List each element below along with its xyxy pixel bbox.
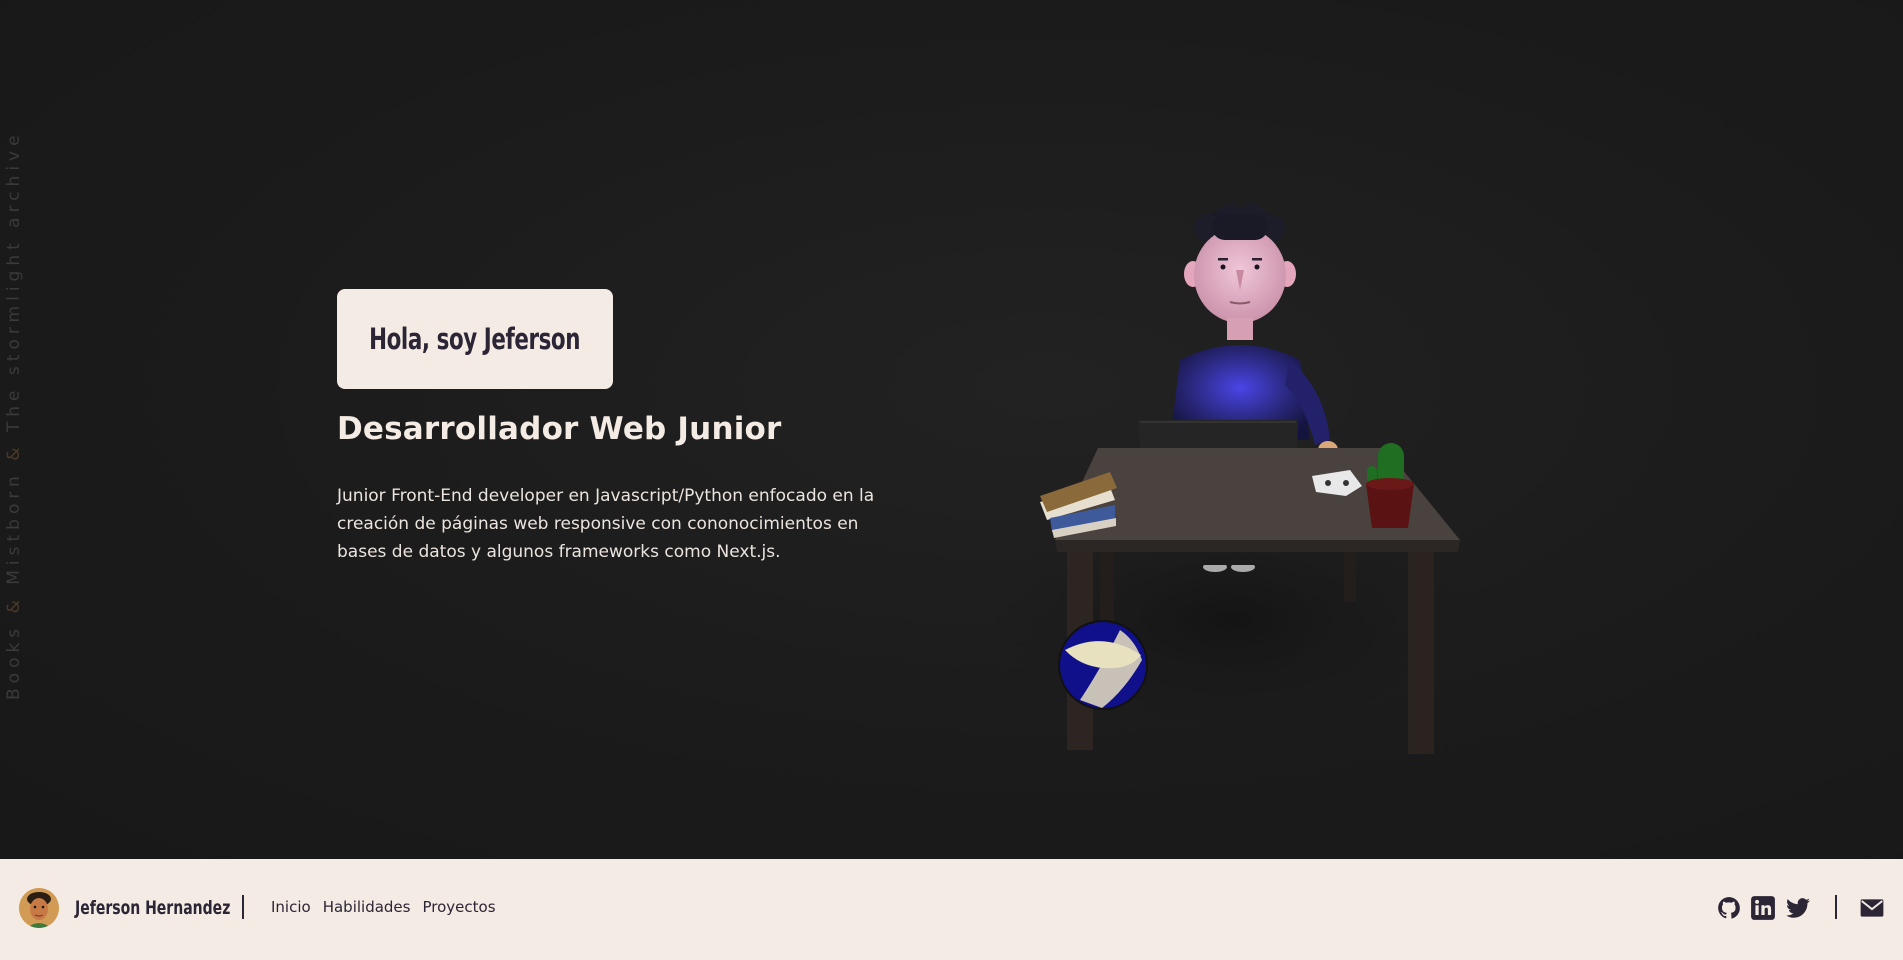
hero-section: Books & Mistborn & The stormlight archiv… [0,0,1903,859]
nav-link-habilidades[interactable]: Habilidades [323,898,411,916]
divider [242,895,244,919]
side-text-part: Mistborn [4,460,24,596]
avatar-image [19,888,59,928]
greeting-card: Hola, soy Jeferson [337,289,613,389]
side-text-part: The stormlight archive [4,130,24,443]
footer-nav: Inicio Habilidades Proyectos [271,898,496,916]
nav-link-inicio[interactable]: Inicio [271,898,311,916]
divider [1835,895,1837,919]
developer-desk-illustration [990,204,1480,754]
brand-name[interactable]: Jeferson Hernandez [75,897,230,919]
linkedin-icon[interactable] [1750,895,1776,921]
github-icon[interactable] [1716,895,1742,921]
nav-link-proyectos[interactable]: Proyectos [422,898,495,916]
side-text-amp: & [4,442,24,461]
role-title: Desarrollador Web Junior [337,411,782,447]
side-vertical-text: Books & Mistborn & The stormlight archiv… [4,130,24,700]
twitter-icon[interactable] [1785,895,1811,921]
side-text-amp: & [4,595,24,614]
avatar[interactable] [19,888,59,928]
mail-icon[interactable] [1859,895,1885,921]
hero-description: Junior Front-End developer en Javascript… [337,486,875,562]
side-text-part: Books [4,613,24,700]
footer-bar: Jeferson Hernandez Inicio Habilidades Pr… [0,859,1903,960]
greeting-title: Hola, soy Jeferson [369,322,581,356]
